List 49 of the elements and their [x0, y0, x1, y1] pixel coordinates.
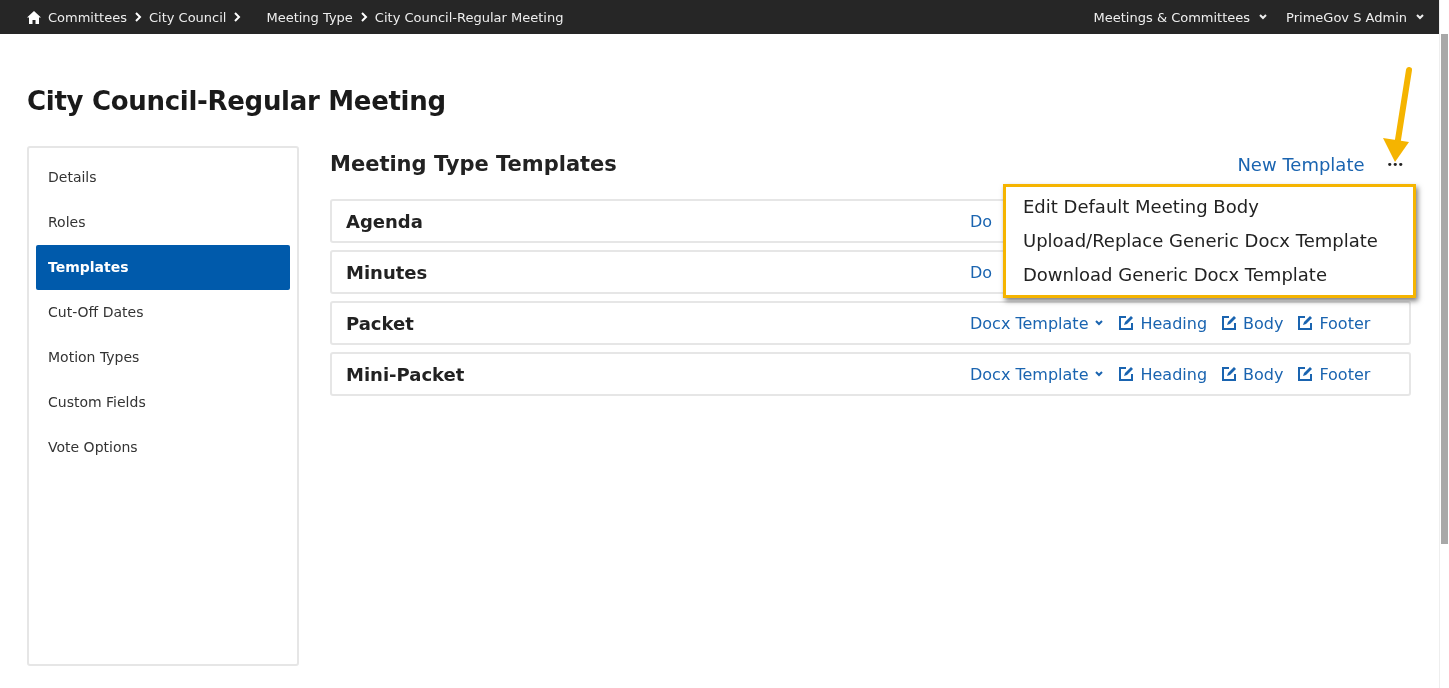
- nav-menu[interactable]: PrimeGov S Admin: [1286, 9, 1425, 25]
- template-name: Mini-Packet: [346, 363, 466, 385]
- breadcrumb-link[interactable]: Committees: [48, 9, 127, 25]
- edit-link[interactable]: Footer: [1297, 313, 1371, 333]
- sidebar-item[interactable]: Roles: [36, 200, 290, 245]
- section-title: Meeting Type Templates: [330, 152, 618, 176]
- caret-icon: [1415, 12, 1425, 22]
- edit-link[interactable]: Heading: [1118, 364, 1208, 384]
- edit-link[interactable]: Heading: [1118, 313, 1208, 333]
- template-name: Packet: [346, 312, 415, 334]
- sidebar-item[interactable]: Motion Types: [36, 335, 290, 380]
- edit-link[interactable]: Body: [1221, 364, 1284, 384]
- nav-menu[interactable]: Meetings & Committees: [1093, 9, 1269, 25]
- chevron-icon: [359, 12, 368, 22]
- sidebar-item[interactable]: Vote Options: [36, 425, 290, 470]
- edit-icon: [1118, 366, 1135, 382]
- docx-template-dropdown[interactable]: Docx Template: [970, 364, 1105, 384]
- edit-icon: [1221, 366, 1238, 382]
- breadcrumb-link[interactable]: City Council: [148, 9, 227, 25]
- scrollbar-thumb[interactable]: [1441, 34, 1448, 544]
- chevron-icon: [133, 12, 142, 22]
- edit-icon: [1221, 315, 1238, 331]
- menu-item[interactable]: Upload/Replace Generic Docx Template: [1023, 224, 1396, 258]
- edit-icon: [1297, 366, 1314, 382]
- docx-template-dropdown[interactable]: Docx Template: [970, 313, 1105, 333]
- sidebar-item[interactable]: Cut-Off Dates: [36, 290, 290, 335]
- caret-icon: [1258, 12, 1269, 22]
- sidebar-item[interactable]: Custom Fields: [36, 380, 290, 425]
- sidebar-item[interactable]: Details: [36, 155, 290, 200]
- page-title: City Council-Regular Meeting: [27, 86, 447, 116]
- edit-link[interactable]: Footer: [1297, 364, 1371, 384]
- sidebar-item[interactable]: Templates: [36, 245, 290, 290]
- more-button[interactable]: •••: [1386, 157, 1403, 171]
- new-template-link[interactable]: New Template: [1237, 153, 1365, 175]
- template-name: Agenda: [346, 210, 424, 232]
- docx-template-dropdown[interactable]: Do: [970, 211, 993, 231]
- menu-item[interactable]: Edit Default Meeting Body: [1023, 190, 1396, 224]
- breadcrumb-link[interactable]: City Council-Regular Meeting: [374, 9, 564, 25]
- menu-item[interactable]: Download Generic Docx Template: [1023, 258, 1396, 292]
- edit-icon: [1118, 315, 1135, 331]
- edit-link[interactable]: Body: [1221, 313, 1284, 333]
- breadcrumb-link[interactable]: Meeting Type: [266, 9, 353, 25]
- template-name: Minutes: [346, 261, 429, 283]
- docx-template-dropdown[interactable]: Do: [970, 262, 993, 282]
- caret-icon: [1094, 369, 1105, 379]
- caret-icon: [1094, 318, 1105, 328]
- home-icon: [27, 10, 41, 24]
- chevron-icon: [233, 12, 242, 22]
- edit-icon: [1297, 315, 1314, 331]
